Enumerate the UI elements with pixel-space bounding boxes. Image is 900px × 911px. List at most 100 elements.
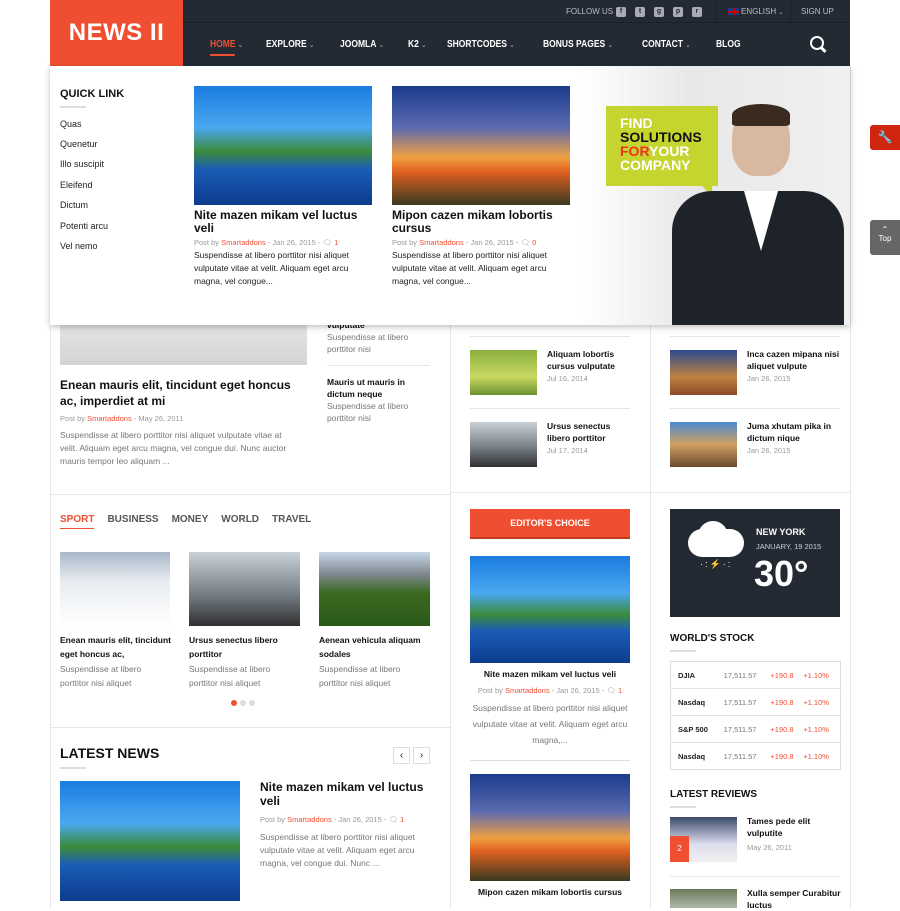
post-title[interactable]: Mipon cazen mikam lobortis cursus bbox=[470, 887, 630, 897]
post-meta: Post by Smartaddons - Jan 26, 2015 - 🗨 1 bbox=[194, 238, 339, 247]
post-image[interactable] bbox=[60, 552, 170, 626]
post-excerpt: Suspendisse at libero porttitor nisi ali… bbox=[260, 832, 415, 868]
post-excerpt: Suspendisse at libero porttitor nisi ali… bbox=[472, 703, 628, 745]
review-score-badge: 2 bbox=[670, 836, 689, 862]
chevron-down-icon: ⌄ bbox=[421, 42, 427, 49]
mega-menu-dropdown: QUICK LINK Quas Quenetur Illo suscipit E… bbox=[50, 66, 850, 325]
quick-link-item[interactable]: Potenti arcu bbox=[60, 221, 108, 231]
wrench-icon[interactable]: 🔧 bbox=[870, 125, 900, 150]
nav-home[interactable]: HOME ⌄ bbox=[210, 39, 244, 56]
quick-link-item[interactable]: Illo suscipit bbox=[60, 159, 104, 169]
weather-city: NEW YORK bbox=[756, 527, 806, 537]
post-title[interactable]: Enean mauris elit, tincidunt eget honcus… bbox=[60, 633, 172, 661]
post-title[interactable]: Aliquam lobortis cursus vulputate bbox=[547, 348, 632, 372]
chevron-down-icon: ⌄ bbox=[608, 42, 614, 49]
post-excerpt: Suspendisse at libero porttitor nisi ali… bbox=[392, 250, 547, 286]
review-title[interactable]: Xulla semper Curabitur luctus bbox=[747, 887, 842, 911]
stock-table: DJIA 17,511.57 +190.8 +1.10% Nasdaq 17,511.5… bbox=[670, 661, 841, 770]
post-thumbnail[interactable] bbox=[470, 422, 537, 467]
post-image[interactable] bbox=[319, 552, 430, 626]
twitter-icon[interactable]: t bbox=[635, 6, 645, 17]
post-date: Jul 17, 2014 bbox=[547, 446, 588, 455]
post-title[interactable]: Inca cazen mipana nisi aliquet vulpute bbox=[747, 348, 842, 372]
ad-speech-bubble: FIND SOLUTIONS FORYOUR COMPANY bbox=[606, 106, 718, 186]
post-thumbnail[interactable] bbox=[470, 350, 537, 395]
post-title[interactable]: Juma xhutam pika in dictum nique bbox=[747, 420, 842, 444]
post-meta: Post by Smartaddons - Jan 26, 2015 - 🗨 0 bbox=[392, 238, 537, 247]
quick-link-item[interactable]: Quas bbox=[60, 119, 82, 129]
post-excerpt: Suspendisse at libero porttitor nisi ali… bbox=[319, 664, 401, 688]
post-title[interactable]: Ursus senectus libero porttitor bbox=[547, 420, 632, 444]
nav-shortcodes[interactable]: SHORTCODES ⌄ bbox=[447, 39, 515, 50]
tab-sport[interactable]: SPORT bbox=[60, 514, 95, 529]
post-excerpt: Suspendisse at libero porttitor nisi ali… bbox=[189, 664, 271, 688]
site-header: NEWS II FOLLOW US ftgpr ENGLISH ⌄ SIGN U… bbox=[50, 0, 850, 66]
post-image[interactable] bbox=[189, 552, 300, 626]
post-image[interactable] bbox=[470, 556, 630, 663]
sign-up-link[interactable]: SIGN UP bbox=[801, 0, 834, 23]
comment-icon: 🗨 bbox=[606, 686, 616, 695]
post-image[interactable] bbox=[194, 86, 372, 205]
comment-icon: 🗨 bbox=[322, 238, 332, 247]
post-title[interactable]: Mauris ut mauris in dictum neque bbox=[327, 376, 432, 400]
post-title[interactable]: Mipon cazen mikam lobortis cursus bbox=[392, 209, 570, 235]
comment-icon: 🗨 bbox=[520, 238, 530, 247]
chevron-down-icon: ⌄ bbox=[685, 42, 691, 49]
nav-bonus-pages[interactable]: BONUS PAGES ⌄ bbox=[543, 39, 613, 50]
nav-k2[interactable]: K2 ⌄ bbox=[408, 39, 426, 50]
post-title[interactable]: Nite mazen mikam vel luctus veli bbox=[470, 669, 630, 679]
chevron-left-icon[interactable]: ‹ bbox=[393, 747, 410, 764]
pinterest-icon[interactable]: p bbox=[673, 6, 683, 17]
nav-joomla[interactable]: JOOMLA ⌄ bbox=[340, 39, 384, 50]
review-thumbnail[interactable]: 2 bbox=[670, 817, 737, 862]
site-logo[interactable]: NEWS II bbox=[50, 0, 183, 66]
chevron-down-icon: ⌄ bbox=[238, 42, 244, 49]
chevron-down-icon: ⌄ bbox=[378, 42, 384, 49]
pager-dot[interactable] bbox=[249, 700, 255, 706]
tab-money[interactable]: MONEY bbox=[172, 514, 209, 529]
review-title[interactable]: Tames pede elit vulputite bbox=[747, 815, 842, 839]
post-title[interactable]: Aenean vehicula aliquam sodales bbox=[319, 633, 431, 661]
google-plus-icon[interactable]: g bbox=[654, 6, 664, 17]
quick-link-item[interactable]: Eleifend bbox=[60, 180, 93, 190]
pager-dot-active[interactable] bbox=[231, 700, 237, 706]
facebook-icon[interactable]: f bbox=[616, 6, 626, 17]
review-thumbnail[interactable] bbox=[670, 889, 737, 908]
weather-temperature: 30° bbox=[754, 553, 809, 594]
top-bar: FOLLOW US ftgpr ENGLISH ⌄ SIGN UP bbox=[183, 0, 850, 23]
post-image[interactable] bbox=[392, 86, 570, 205]
post-title[interactable]: Nite mazen mikam vel luctus veli bbox=[194, 209, 372, 235]
language-selector[interactable]: ENGLISH ⌄ bbox=[728, 0, 783, 23]
nav-blog[interactable]: BLOG bbox=[716, 39, 741, 50]
quick-link-item[interactable]: Dictum bbox=[60, 200, 88, 210]
tab-travel[interactable]: TRAVEL bbox=[272, 514, 311, 529]
chevron-right-icon[interactable]: › bbox=[413, 747, 430, 764]
tab-world[interactable]: WORLD bbox=[221, 514, 259, 529]
post-excerpt: Suspendisse at libero porttitor nisi ali… bbox=[60, 664, 142, 688]
post-title[interactable]: Ursus senectus libero porttitor bbox=[189, 633, 301, 661]
back-to-top-button[interactable]: ⌃ Top bbox=[870, 220, 900, 255]
post-title[interactable]: Nite mazen mikam vel luctus veli bbox=[260, 780, 435, 808]
ad-banner[interactable]: FIND SOLUTIONS FORYOUR COMPANY bbox=[582, 66, 850, 325]
rss-icon[interactable]: r bbox=[692, 6, 702, 17]
quick-link-item[interactable]: Quenetur bbox=[60, 139, 98, 149]
nav-contact[interactable]: CONTACT ⌄ bbox=[642, 39, 690, 50]
uk-flag-icon bbox=[728, 8, 739, 16]
post-title[interactable]: Enean mauris elit, tincidunt eget honcus… bbox=[60, 377, 305, 409]
post-excerpt: Suspendisse at libero porttitor nisi ali… bbox=[194, 250, 349, 286]
quick-link-item[interactable]: Vel nemo bbox=[60, 241, 98, 251]
search-icon[interactable] bbox=[810, 36, 824, 50]
nav-explore[interactable]: EXPLORE ⌄ bbox=[266, 39, 314, 50]
pager-dot[interactable] bbox=[240, 700, 246, 706]
post-image[interactable] bbox=[60, 781, 240, 901]
stock-title: WORLD'S STOCK bbox=[670, 633, 754, 652]
tab-business[interactable]: BUSINESS bbox=[107, 514, 158, 529]
category-tabs: SPORT BUSINESS MONEY WORLD TRAVEL bbox=[60, 514, 311, 529]
post-date: Jan 26, 2015 bbox=[747, 446, 791, 455]
post-thumbnail[interactable] bbox=[670, 422, 737, 467]
post-thumbnail[interactable] bbox=[670, 350, 737, 395]
post-image[interactable] bbox=[470, 774, 630, 881]
post-excerpt: Suspendisse at libero porttitor nisi ali… bbox=[60, 430, 287, 466]
follow-us-label: FOLLOW US bbox=[566, 7, 614, 16]
stock-row: DJIA 17,511.57 +190.8 +1.10% bbox=[670, 662, 841, 689]
